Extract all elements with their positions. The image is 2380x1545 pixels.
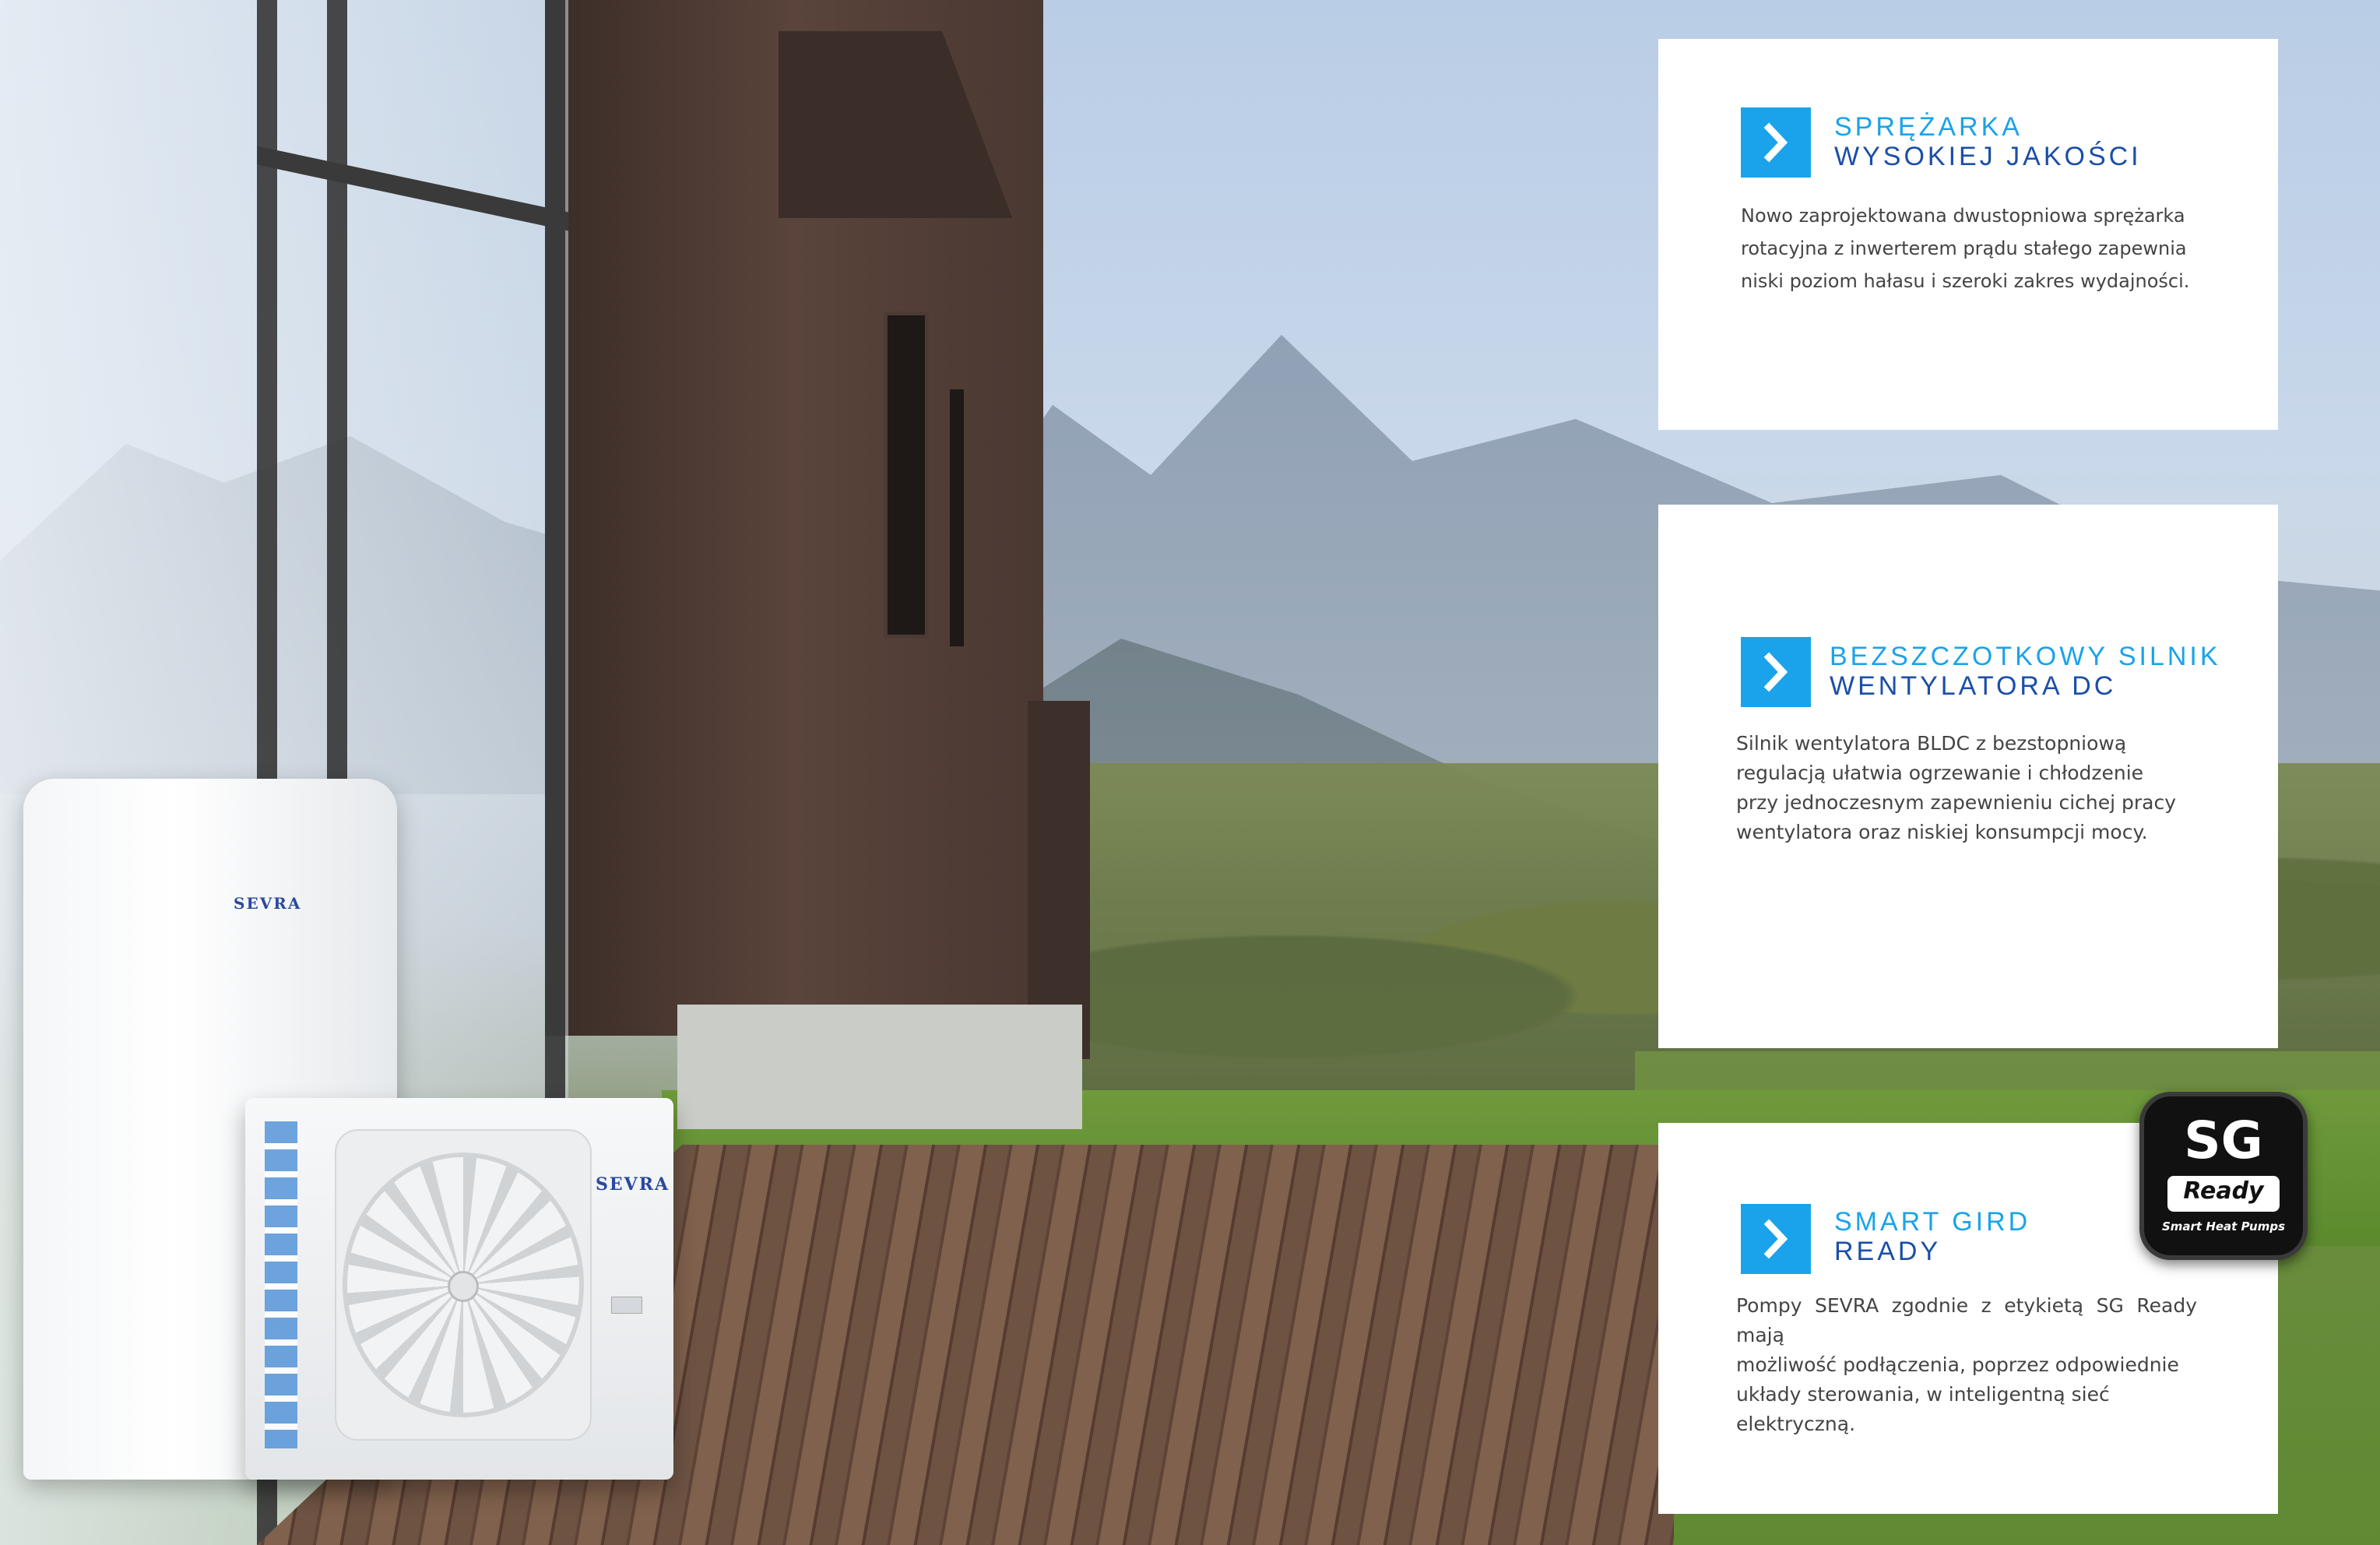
card-description: Silnik wentylatora BLDC z bezstopniową r…: [1736, 729, 2197, 847]
chevron-right-icon: [1741, 1204, 1811, 1274]
feature-card-fan-motor: BEZSZCZOTKOWY SILNIK WENTYLATORA DC Siln…: [1658, 505, 2278, 1048]
chevron-right-icon: [1741, 107, 1811, 178]
fan-hub: [448, 1271, 479, 1302]
desc-line: elektryczną.: [1736, 1413, 1856, 1435]
card-description: Nowo zaprojektowana dwustopniowa sprężar…: [1741, 199, 2197, 297]
desc-line: regulacją ułatwia ogrzewanie i chłodzeni…: [1736, 762, 2144, 784]
badge-subtitle: Smart Heat Pumps: [2161, 1219, 2286, 1234]
card-title-line1: SPRĘŻARKA: [1834, 112, 2023, 142]
badge-sg-text: SG: [2184, 1110, 2263, 1170]
outdoor-unit-handle: [611, 1297, 642, 1314]
feature-card-compressor: SPRĘŻARKA WYSOKIEJ JAKOŚCI Nowo zaprojek…: [1658, 39, 2278, 430]
house-window: [884, 311, 929, 639]
card-title-line2: WYSOKIEJ JAKOŚCI: [1834, 142, 2142, 171]
sg-ready-badge: SG Ready Smart Heat Pumps: [2139, 1092, 2308, 1260]
desc-line: możliwość podłączenia, poprzez odpowiedn…: [1736, 1353, 2179, 1376]
outdoor-unit-logo: SEVRA: [596, 1174, 670, 1195]
desc-line: niski poziom hałasu i szeroki zakres wyd…: [1741, 270, 2190, 292]
card-title-line2: READY: [1834, 1237, 1942, 1266]
chevron-right-icon: [1741, 637, 1811, 707]
desc-line: Pompy SEVRA zgodnie z etykietą SG Ready …: [1736, 1294, 2197, 1346]
indoor-unit-logo: SEVRA: [234, 894, 302, 913]
card-title-line1: BEZSZCZOTKOWY SILNIK: [1830, 642, 2221, 671]
desc-line: układy sterowania, w inteligentną sieć: [1736, 1383, 2110, 1406]
badge-ready-box: Ready: [2167, 1176, 2280, 1212]
desc-line: przy jednoczesnym zapewnieniu cichej pra…: [1736, 791, 2177, 814]
badge-ready-text: Ready: [2183, 1177, 2264, 1205]
desc-line: Nowo zaprojektowana dwustopniowa sprężar…: [1741, 205, 2185, 227]
desc-line: wentylatora oraz niskiej konsumpcji mocy…: [1736, 821, 2148, 843]
house-lower-glazing: [677, 1005, 1082, 1129]
desc-line: Silnik wentylatora BLDC z bezstopniową: [1736, 732, 2127, 755]
house-window-narrow: [950, 389, 964, 646]
outdoor-unit-vents: [265, 1121, 297, 1448]
card-title-line2: WENTYLATORA DC: [1830, 671, 2117, 701]
card-description: Pompy SEVRA zgodnie z etykietą SG Ready …: [1736, 1291, 2197, 1439]
desc-line: rotacyjna z inwerterem prądu stałego zap…: [1741, 238, 2187, 259]
card-title-line1: SMART GIRD: [1834, 1207, 2031, 1237]
